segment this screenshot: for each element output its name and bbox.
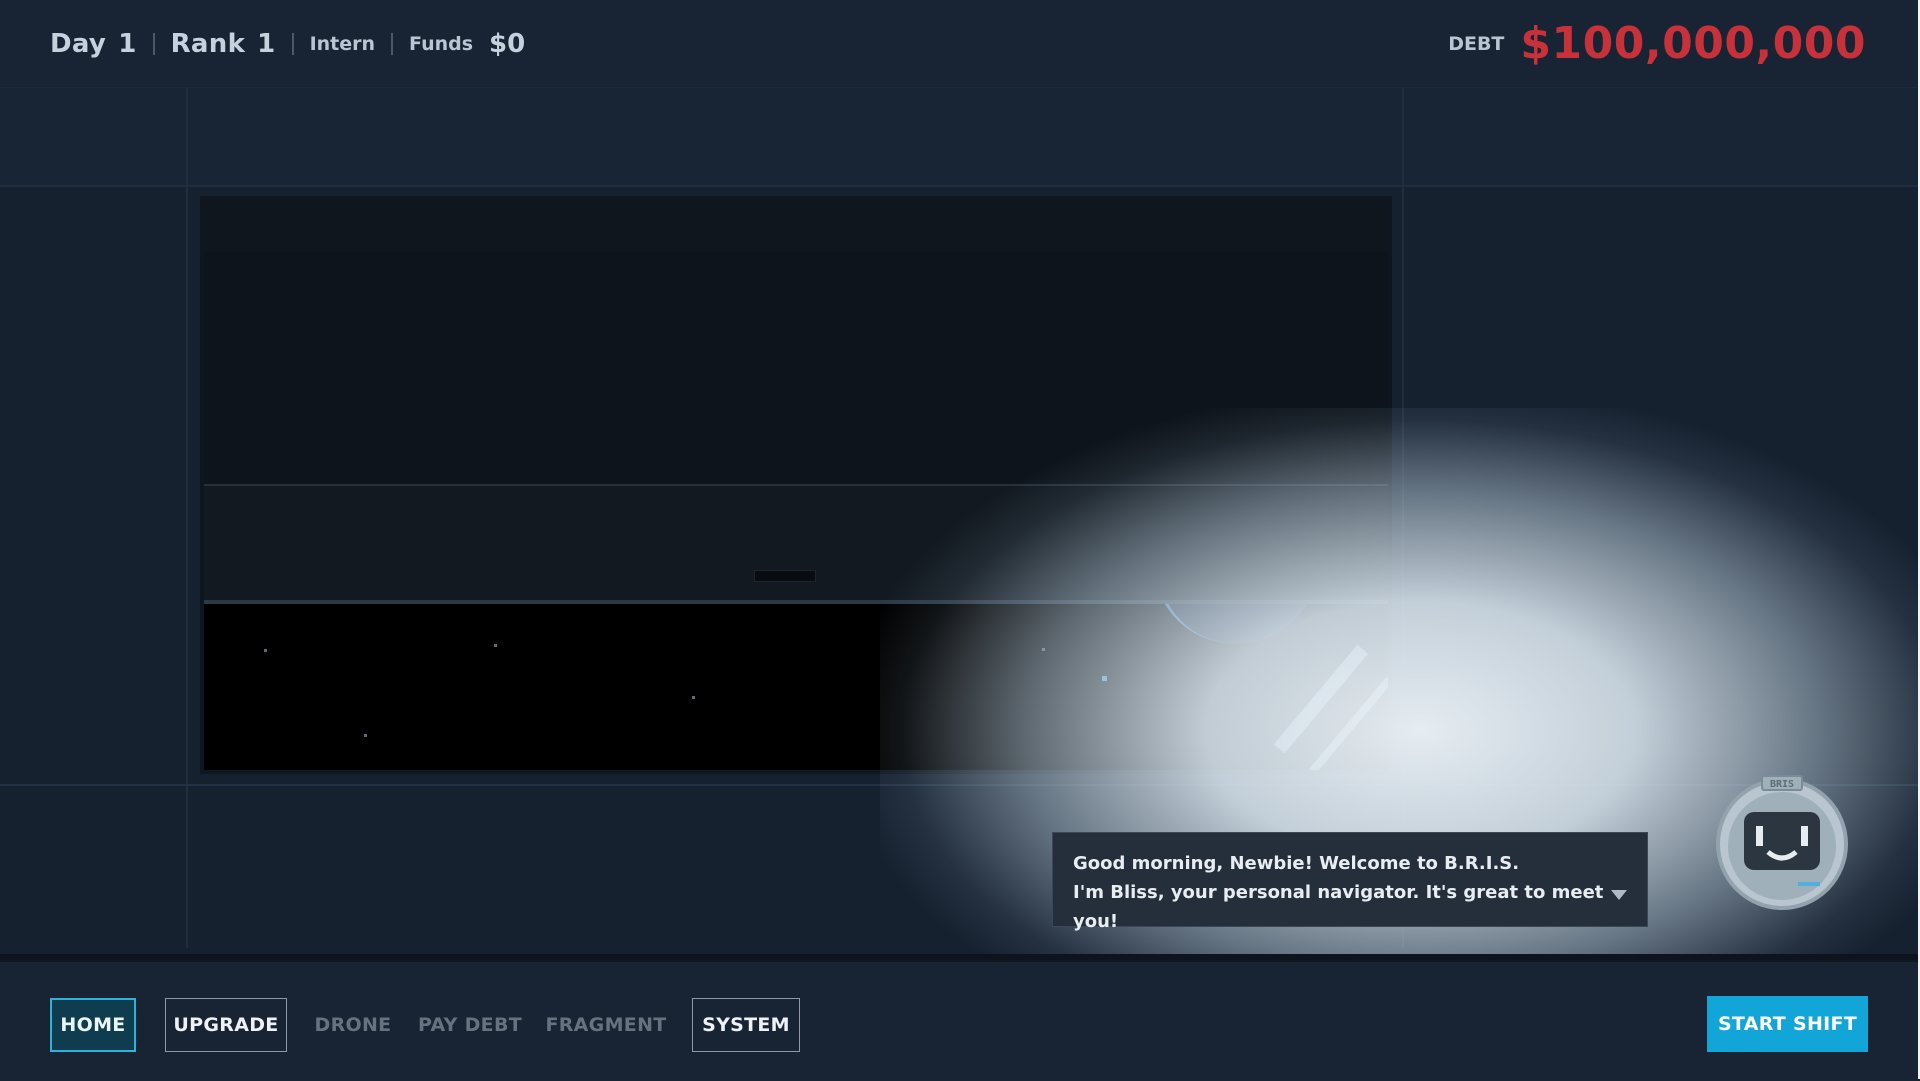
shutter-header [204, 200, 1388, 254]
shutter-panel-lower [204, 486, 1388, 604]
funds-value: $0 [489, 28, 526, 59]
dialogue-line-2: I'm Bliss, your personal navigator. It's… [1073, 882, 1604, 932]
start-shift-button[interactable]: START SHIFT [1707, 996, 1868, 1052]
bottom-nav-bar: HOME UPGRADE DRONE PAY DEBT FRAGMENT SYS… [0, 960, 1918, 1081]
star [264, 649, 267, 652]
funds-label: Funds [409, 32, 474, 55]
observation-window [200, 196, 1392, 774]
star [692, 696, 695, 699]
wall-panel-top [0, 88, 1918, 187]
separator [291, 32, 294, 55]
nav-system-button[interactable]: SYSTEM [692, 998, 800, 1052]
glass-glare [1273, 644, 1369, 754]
wall-seam [186, 88, 188, 948]
continue-arrow-icon [1611, 890, 1627, 900]
nav-upgrade-button[interactable]: UPGRADE [165, 998, 287, 1052]
rank-label: Rank [170, 28, 246, 59]
home-room-scene [0, 88, 1918, 960]
shutter-handle [754, 570, 816, 582]
wall-ledge [0, 784, 1918, 786]
dialogue-line-1: Good morning, Newbie! Welcome to B.R.I.S… [1073, 853, 1520, 874]
space-view [204, 604, 1388, 770]
shutter-panel [204, 252, 1388, 486]
debt-display: DEBT $100,000,000 [1448, 18, 1866, 69]
nav-home-button[interactable]: HOME [50, 998, 136, 1052]
rank-title: Intern [309, 32, 376, 55]
star [1102, 676, 1107, 681]
nav-drone-button[interactable]: DRONE [312, 998, 394, 1052]
star [1042, 648, 1045, 651]
planet [1154, 604, 1318, 644]
player-stats: Day 1 Rank 1 Intern Funds $0 [50, 29, 525, 59]
debt-label: DEBT [1448, 32, 1505, 55]
bliss-robot-avatar: BRIS [1716, 775, 1848, 910]
star [494, 644, 497, 647]
day-value: 1 [118, 28, 137, 59]
star [364, 734, 367, 737]
nav-pay-debt-button[interactable]: PAY DEBT [414, 998, 526, 1052]
separator [391, 32, 394, 55]
wall-seam [1402, 88, 1404, 948]
day-label: Day [50, 28, 107, 59]
glass-glare [1303, 676, 1388, 770]
dialogue-box[interactable]: Good morning, Newbie! Welcome to B.R.I.S… [1052, 832, 1648, 932]
debt-value: $100,000,000 [1520, 18, 1866, 69]
top-hud: Day 1 Rank 1 Intern Funds $0 DEBT $100,000… [0, 0, 1918, 88]
nav-fragment-button[interactable]: FRAGMENT [545, 998, 666, 1052]
day-stat: Day 1 [50, 29, 137, 59]
robot-visor-text: BRIS [1770, 779, 1794, 790]
rank-value: 1 [257, 28, 276, 59]
rank-stat: Rank 1 [171, 29, 276, 59]
separator [152, 32, 155, 55]
